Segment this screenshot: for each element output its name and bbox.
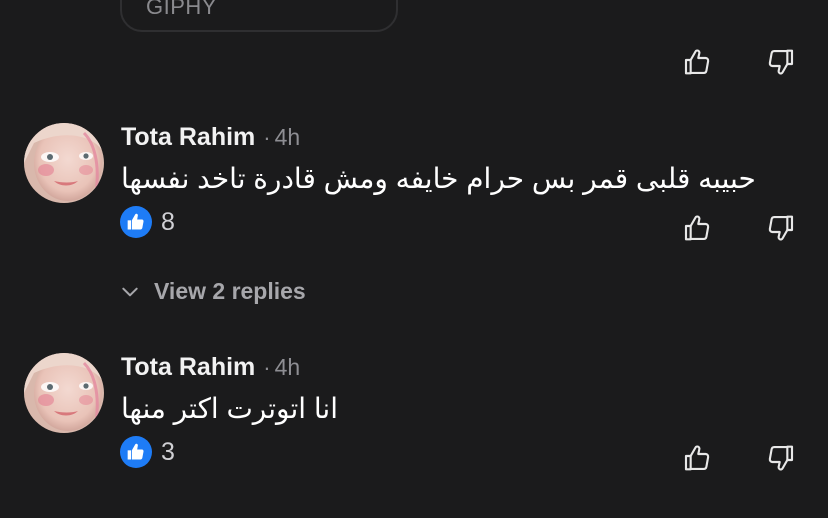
like-button[interactable] xyxy=(680,440,716,476)
comments-panel: GIPHY Tota Rahim · 4h حبيبه قلبى قمر بس … xyxy=(0,0,828,518)
reaction-summary[interactable]: 8 xyxy=(120,206,175,238)
giphy-label: GIPHY xyxy=(146,0,217,19)
meta-separator: · xyxy=(263,355,271,380)
meta-separator: · xyxy=(263,125,271,150)
like-button[interactable] xyxy=(680,210,716,246)
like-reaction-icon xyxy=(120,206,152,238)
chevron-down-icon xyxy=(122,287,138,296)
thumbs-up-icon xyxy=(684,49,710,75)
comment-time: 4h xyxy=(274,124,301,150)
dislike-button[interactable] xyxy=(762,440,798,476)
thumbs-down-icon xyxy=(768,49,794,75)
thumbs-up-icon xyxy=(684,215,710,241)
author-name[interactable]: Tota Rahim xyxy=(121,123,255,151)
like-count: 3 xyxy=(161,437,175,466)
like-reaction-icon xyxy=(120,436,152,468)
like-button[interactable] xyxy=(680,44,716,80)
comment-text: انا اتوترت اكتر منها xyxy=(121,393,338,424)
view-replies-label: View 2 replies xyxy=(154,278,306,304)
author-name[interactable]: Tota Rahim xyxy=(121,353,255,381)
giphy-attachment[interactable]: GIPHY xyxy=(120,0,398,32)
comment-text: حبيبه قلبى قمر بس حرام خايفه ومش قادرة ت… xyxy=(121,163,756,194)
thumbs-up-icon xyxy=(684,445,710,471)
avatar[interactable] xyxy=(24,123,104,203)
like-count: 8 xyxy=(161,207,175,236)
comment-time: 4h xyxy=(274,354,301,380)
dislike-button[interactable] xyxy=(762,44,798,80)
view-replies-button[interactable]: View 2 replies xyxy=(120,278,306,305)
thumbs-down-icon xyxy=(768,445,794,471)
comment-header: Tota Rahim · 4h xyxy=(121,123,300,152)
thumbs-down-icon xyxy=(768,215,794,241)
avatar[interactable] xyxy=(24,353,104,433)
avatar-image xyxy=(24,353,104,433)
avatar-image xyxy=(24,123,104,203)
dislike-button[interactable] xyxy=(762,210,798,246)
reaction-summary[interactable]: 3 xyxy=(120,436,175,468)
comment-header: Tota Rahim · 4h xyxy=(121,353,300,382)
